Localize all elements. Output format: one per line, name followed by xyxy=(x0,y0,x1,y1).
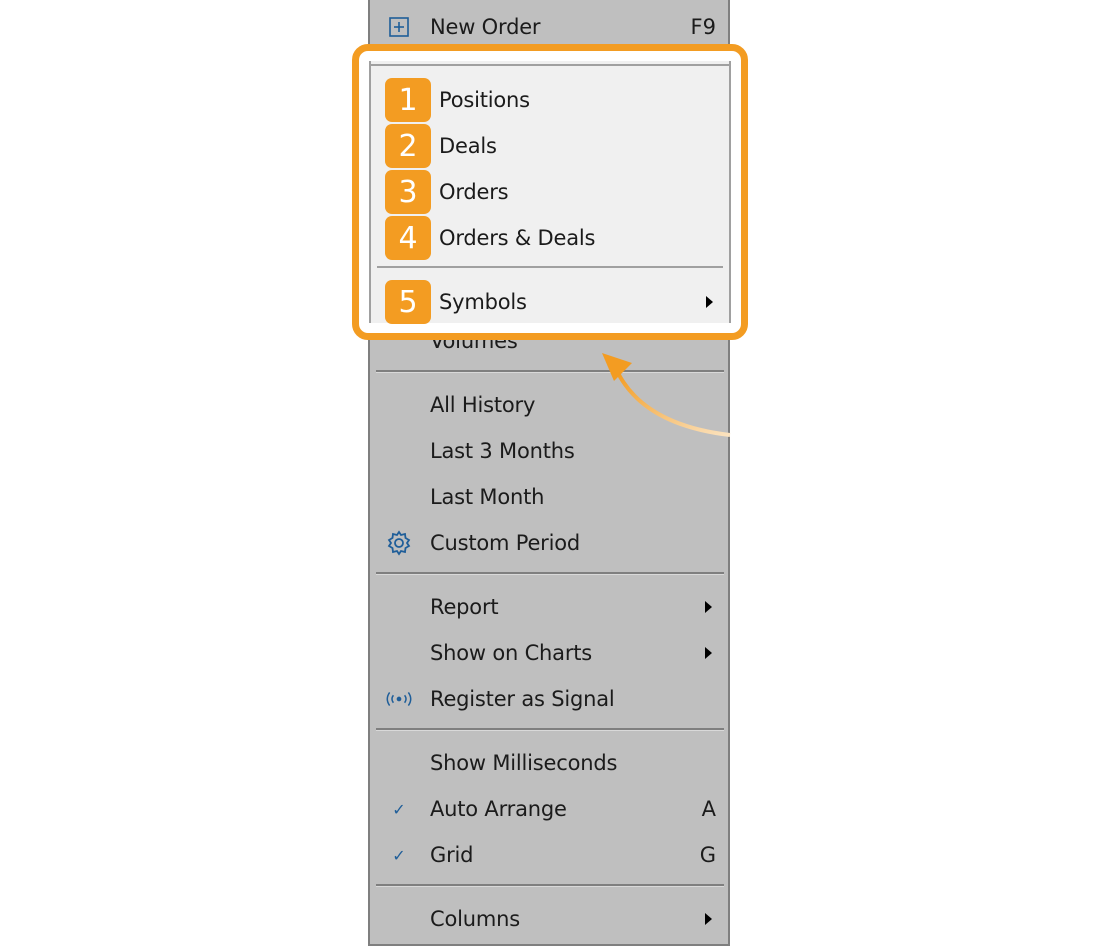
menu-item-label: Last Month xyxy=(430,485,545,509)
checkmark-icon: ✓ xyxy=(392,799,406,819)
menu-item-custom-period[interactable]: Custom Period xyxy=(370,520,728,566)
menu-item-label: Symbols xyxy=(439,290,527,314)
menu-separator xyxy=(377,266,723,268)
menu-item-register-as-signal[interactable]: Register as Signal xyxy=(370,676,728,722)
highlight-callout: 1 Positions 2 Deals 3 Orders 4 Orders & … xyxy=(352,44,748,340)
shortcut-label: F9 xyxy=(690,15,716,39)
submenu-arrow-icon xyxy=(705,647,712,659)
menu-item-show-on-charts[interactable]: Show on Charts xyxy=(370,630,728,676)
menu-separator xyxy=(376,884,724,887)
number-badge: 4 xyxy=(385,216,431,260)
menu-item-label: Register as Signal xyxy=(430,687,615,711)
menu-item-last-month[interactable]: Last Month xyxy=(370,474,728,520)
checkmark-icon: ✓ xyxy=(392,845,406,865)
menu-item-label: All History xyxy=(430,393,536,417)
menu-item-label: Show on Charts xyxy=(430,641,593,665)
menu-item-label: New Order xyxy=(430,15,541,39)
submenu-arrow-icon xyxy=(705,913,712,925)
submenu-arrow-icon xyxy=(705,601,712,613)
new-order-icon xyxy=(384,12,414,42)
shortcut-label: G xyxy=(699,843,716,867)
menu-item-label: Last 3 Months xyxy=(430,439,575,463)
menu-item-symbols[interactable]: 5 Symbols xyxy=(371,279,729,325)
menu-item-label: Orders xyxy=(439,180,509,204)
submenu-arrow-icon xyxy=(706,296,713,308)
menu-item-label: Auto Arrange xyxy=(430,797,567,821)
menu-item-grid[interactable]: ✓ Grid G xyxy=(370,832,728,878)
number-badge: 1 xyxy=(385,78,431,122)
signal-icon xyxy=(384,684,414,714)
menu-item-orders[interactable]: 3 Orders xyxy=(371,169,729,215)
menu-item-deals[interactable]: 2 Deals xyxy=(371,123,729,169)
menu-separator xyxy=(376,572,724,575)
highlighted-menu-section: 1 Positions 2 Deals 3 Orders 4 Orders & … xyxy=(369,61,731,325)
menu-item-label: Report xyxy=(430,595,499,619)
menu-item-label: Orders & Deals xyxy=(439,226,596,250)
menu-item-columns[interactable]: Columns xyxy=(370,896,728,942)
menu-item-report[interactable]: Report xyxy=(370,584,728,630)
menu-item-label: Deals xyxy=(439,134,497,158)
menu-item-orders-and-deals[interactable]: 4 Orders & Deals xyxy=(371,215,729,261)
number-badge: 2 xyxy=(385,124,431,168)
menu-item-show-milliseconds[interactable]: Show Milliseconds xyxy=(370,740,728,786)
annotation-arrow-icon xyxy=(602,353,731,437)
menu-item-label: Positions xyxy=(439,88,530,112)
menu-separator xyxy=(376,728,724,731)
menu-item-positions[interactable]: 1 Positions xyxy=(371,77,729,123)
menu-item-label: Grid xyxy=(430,843,474,867)
menu-separator xyxy=(371,64,729,66)
menu-item-auto-arrange[interactable]: ✓ Auto Arrange A xyxy=(370,786,728,832)
number-badge: 5 xyxy=(385,280,431,324)
number-badge: 3 xyxy=(385,170,431,214)
shortcut-label: A xyxy=(701,797,716,821)
gear-icon xyxy=(384,528,414,558)
menu-item-label: Custom Period xyxy=(430,531,581,555)
menu-item-label: Show Milliseconds xyxy=(430,751,618,775)
menu-item-label: Columns xyxy=(430,907,520,931)
